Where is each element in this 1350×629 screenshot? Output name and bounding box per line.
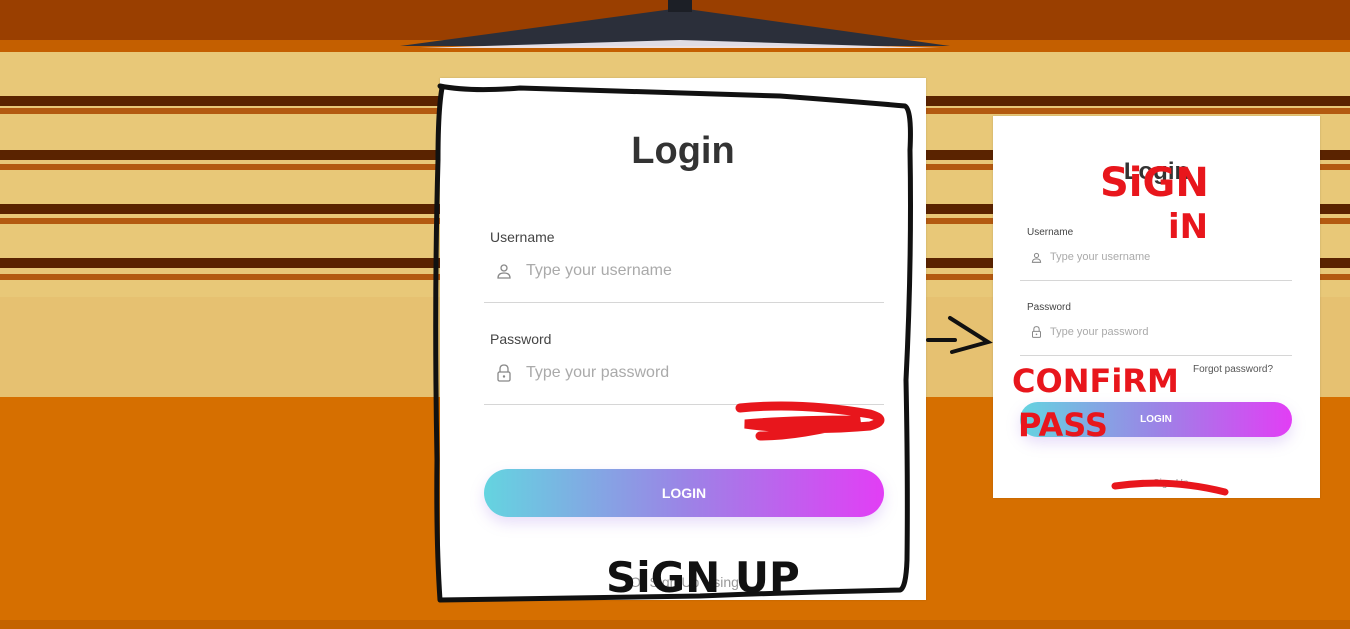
username-label-variant: Username <box>1027 227 1074 238</box>
login-card: Login Username Type your username Passwo… <box>440 78 926 600</box>
password-placeholder: Type your password <box>526 364 670 381</box>
username-underline-variant <box>1020 280 1292 281</box>
password-label-variant: Password <box>1027 302 1071 313</box>
login-title: Login <box>631 130 735 172</box>
login-card-variant: Login Username Type your username Passwo… <box>993 116 1320 498</box>
username-underline <box>484 302 884 303</box>
login-title-variant: Login <box>1123 158 1190 185</box>
password-input[interactable]: Type your password <box>496 364 669 382</box>
sign-up-prompt[interactable]: Or Sign Up Using <box>630 574 739 590</box>
username-label: Username <box>490 229 555 245</box>
username-placeholder-variant: Type your username <box>1050 251 1151 263</box>
ceiling-lamp <box>400 0 950 48</box>
lock-icon <box>497 364 511 382</box>
login-button[interactable]: LOGIN <box>484 469 884 517</box>
username-input-variant[interactable]: Type your username <box>1031 251 1150 263</box>
login-button-variant[interactable]: LOGIN <box>1020 402 1292 437</box>
user-icon <box>497 264 511 279</box>
user-icon <box>1031 252 1042 263</box>
password-underline <box>484 404 884 405</box>
password-label: Password <box>490 331 552 347</box>
sign-up-link-variant[interactable]: Sign Up <box>1153 478 1189 489</box>
background-base-line <box>0 620 1350 629</box>
username-placeholder: Type your username <box>526 262 672 279</box>
username-input[interactable]: Type your username <box>496 262 672 280</box>
password-placeholder-variant: Type your password <box>1050 326 1149 338</box>
password-underline-variant <box>1020 355 1292 356</box>
lock-icon <box>1032 326 1041 338</box>
password-input-variant[interactable]: Type your password <box>1031 326 1148 338</box>
forgot-password-link[interactable]: Forgot password? <box>1193 364 1273 375</box>
